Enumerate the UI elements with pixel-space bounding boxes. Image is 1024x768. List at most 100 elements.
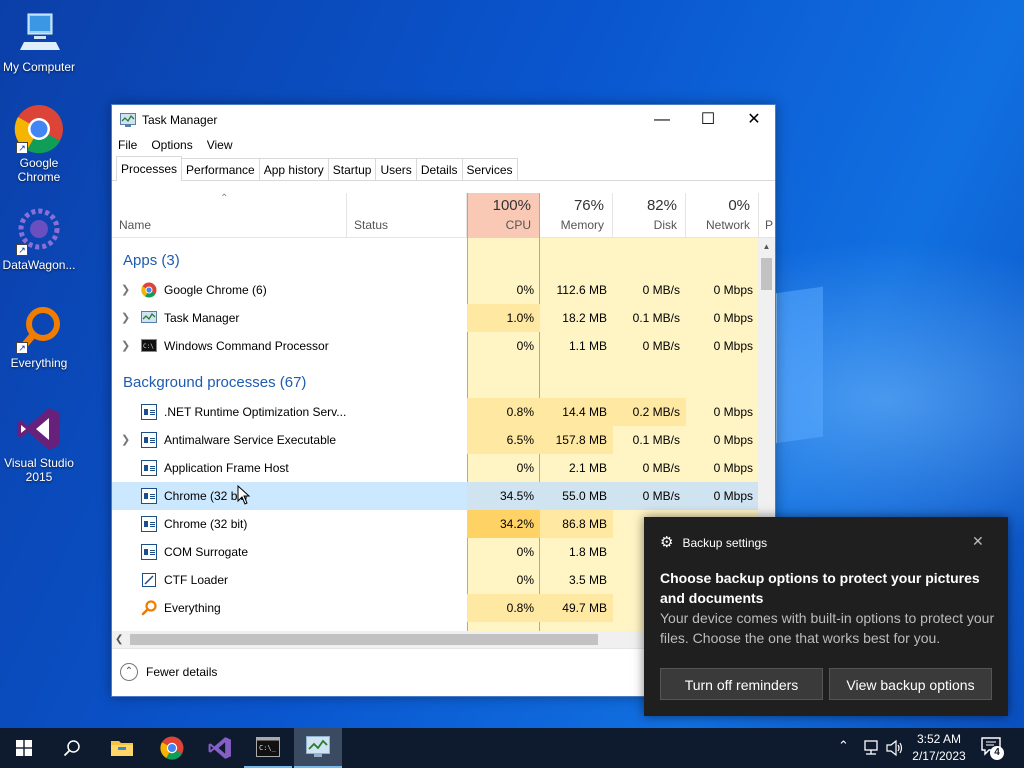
- svg-text:C:\_: C:\_: [259, 744, 277, 752]
- tab-processes[interactable]: Processes: [116, 156, 183, 181]
- expand-chevron-icon[interactable]: ❯: [121, 332, 130, 360]
- clock-time: 3:52 AM: [916, 732, 962, 746]
- menu-view[interactable]: View: [207, 138, 233, 152]
- network-value: 0 Mbps: [713, 461, 753, 475]
- group-header-background[interactable]: Background processes (67): [112, 368, 758, 396]
- table-row[interactable]: ❯ C:\ Windows Command Processor 0% 1.1 M…: [112, 332, 758, 360]
- header-disk[interactable]: 82% Disk: [613, 193, 686, 238]
- column-header: ⌃ Name Status 100% CPU 76% Memory 82% Di…: [112, 193, 775, 238]
- notification-count-badge: 4: [990, 746, 1004, 760]
- desktop-icon-label: Everything: [10, 356, 68, 370]
- header-network[interactable]: 0% Network: [686, 193, 759, 238]
- tab-details[interactable]: Details: [415, 158, 463, 180]
- expand-chevron-icon[interactable]: ❯: [121, 304, 130, 332]
- shortcut-arrow-icon: ↗: [16, 142, 28, 154]
- process-name: CTF Loader: [164, 573, 229, 587]
- header-name[interactable]: ⌃ Name: [112, 193, 347, 238]
- header-status-label: Status: [354, 218, 389, 232]
- header-cpu[interactable]: 100% CPU: [467, 193, 540, 238]
- header-power[interactable]: P: [759, 193, 775, 238]
- tab-users[interactable]: Users: [375, 158, 417, 180]
- memory-value: 18.2 MB: [562, 311, 607, 325]
- scroll-thumb[interactable]: [761, 258, 772, 290]
- process-name: Windows Command Processor: [164, 339, 329, 353]
- task-manager-icon: [306, 736, 330, 757]
- toast-close-icon[interactable]: ✕: [972, 533, 984, 550]
- taskbar-command-prompt[interactable]: C:\_: [244, 728, 292, 768]
- backup-notification-toast[interactable]: ⚙ Backup settings ✕ Choose backup option…: [644, 517, 1008, 716]
- menu-options[interactable]: Options: [151, 138, 192, 152]
- ctf-loader-icon: [142, 573, 156, 587]
- header-power-label: P: [765, 218, 774, 232]
- desktop-icon-my-computer[interactable]: My Computer: [0, 8, 78, 74]
- close-button[interactable]: ✕: [731, 105, 777, 135]
- header-status[interactable]: Status: [347, 193, 467, 238]
- network-value: 0 Mbps: [713, 311, 753, 325]
- scroll-left-arrow-icon[interactable]: ❮: [115, 631, 123, 648]
- shortcut-arrow-icon: ↗: [16, 244, 28, 256]
- clock[interactable]: 3:52 AM 2/17/2023: [906, 731, 972, 765]
- desktop-icon-google-chrome[interactable]: ↗ Google Chrome: [0, 104, 78, 184]
- header-name-label: Name: [119, 218, 152, 232]
- cpu-value: 6.5%: [467, 426, 540, 454]
- group-label-background: Background processes (67): [123, 374, 307, 391]
- action-center-button[interactable]: 4: [980, 736, 1006, 760]
- menu-bar: File Options View: [112, 135, 775, 155]
- fewer-details-button[interactable]: ⌃ Fewer details: [120, 663, 217, 681]
- scroll-thumb-horizontal[interactable]: [130, 634, 598, 645]
- cpu-value: 0.8%: [467, 398, 540, 426]
- tab-startup[interactable]: Startup: [327, 158, 377, 180]
- taskbar-visual-studio[interactable]: [196, 728, 244, 768]
- show-hidden-icons-chevron-icon[interactable]: ⌃: [838, 738, 849, 754]
- network-icon[interactable]: [862, 740, 880, 756]
- group-header-apps[interactable]: Apps (3): [112, 246, 758, 274]
- search-button[interactable]: [48, 728, 96, 768]
- tab-app-history[interactable]: App history: [258, 158, 329, 180]
- memory-value: 55.0 MB: [540, 482, 613, 510]
- expand-chevron-icon[interactable]: ❯: [121, 276, 130, 304]
- expand-chevron-icon[interactable]: ❯: [121, 426, 130, 454]
- table-row[interactable]: Application Frame Host 0% 2.1 MB 0 MB/s …: [112, 454, 758, 482]
- cpu-value: 34.5%: [467, 482, 540, 510]
- table-row-selected[interactable]: Chrome (32 bit) 34.5% 55.0 MB 0 MB/s 0 M…: [112, 482, 758, 510]
- table-row[interactable]: ❯ Antimalware Service Executable 6.5% 15…: [112, 426, 758, 454]
- view-backup-options-button[interactable]: View backup options: [829, 668, 992, 700]
- turn-off-reminders-button[interactable]: Turn off reminders: [660, 668, 823, 700]
- header-memory[interactable]: 76% Memory: [540, 193, 613, 238]
- taskbar-chrome[interactable]: [148, 728, 196, 768]
- table-row[interactable]: ❯ Google Chrome (6) 0% 112.6 MB 0 MB/s 0…: [112, 276, 758, 304]
- process-name: Application Frame Host: [164, 461, 289, 475]
- network-value: 0 Mbps: [713, 283, 753, 297]
- table-row[interactable]: .NET Runtime Optimization Serv... 0.8% 1…: [112, 398, 758, 426]
- taskbar-task-manager[interactable]: [294, 728, 342, 768]
- chevron-up-circle-icon: ⌃: [120, 663, 138, 681]
- clock-date: 2/17/2023: [912, 749, 966, 763]
- network-value: 0 Mbps: [713, 339, 753, 353]
- tab-performance[interactable]: Performance: [181, 158, 260, 180]
- menu-file[interactable]: File: [118, 138, 137, 152]
- volume-icon[interactable]: [886, 740, 904, 756]
- network-total: 0%: [728, 197, 750, 214]
- desktop-icon-datawagon[interactable]: ↗ DataWagon...: [0, 206, 78, 272]
- memory-value: 157.8 MB: [540, 426, 613, 454]
- start-button[interactable]: [0, 728, 48, 768]
- everything-icon: ↗: [14, 304, 64, 354]
- disk-value: 0 MB/s: [642, 461, 680, 475]
- tab-services[interactable]: Services: [461, 158, 518, 180]
- header-disk-label: Disk: [653, 218, 677, 232]
- maximize-button[interactable]: ☐: [685, 105, 731, 135]
- mouse-cursor-icon: [237, 485, 251, 505]
- sort-arrow-icon: ⌃: [220, 193, 229, 204]
- taskbar-file-explorer[interactable]: [98, 728, 146, 768]
- desktop-icon-visual-studio[interactable]: Visual Studio 2015: [0, 404, 78, 484]
- scroll-up-arrow-icon[interactable]: ▲: [758, 238, 775, 255]
- cpu-value: 0.8%: [467, 594, 540, 622]
- desktop-icon-everything[interactable]: ↗ Everything: [0, 304, 78, 370]
- tab-strip: Processes Performance App history Startu…: [112, 155, 775, 181]
- service-window-icon: [141, 516, 157, 532]
- table-row[interactable]: ❯ Task Manager 1.0% 18.2 MB 0.1 MB/s 0 M…: [112, 304, 758, 332]
- process-name: COM Surrogate: [164, 545, 249, 559]
- process-name: Everything: [164, 601, 221, 615]
- memory-value: 2.1 MB: [568, 461, 607, 475]
- minimize-button[interactable]: —: [639, 105, 685, 135]
